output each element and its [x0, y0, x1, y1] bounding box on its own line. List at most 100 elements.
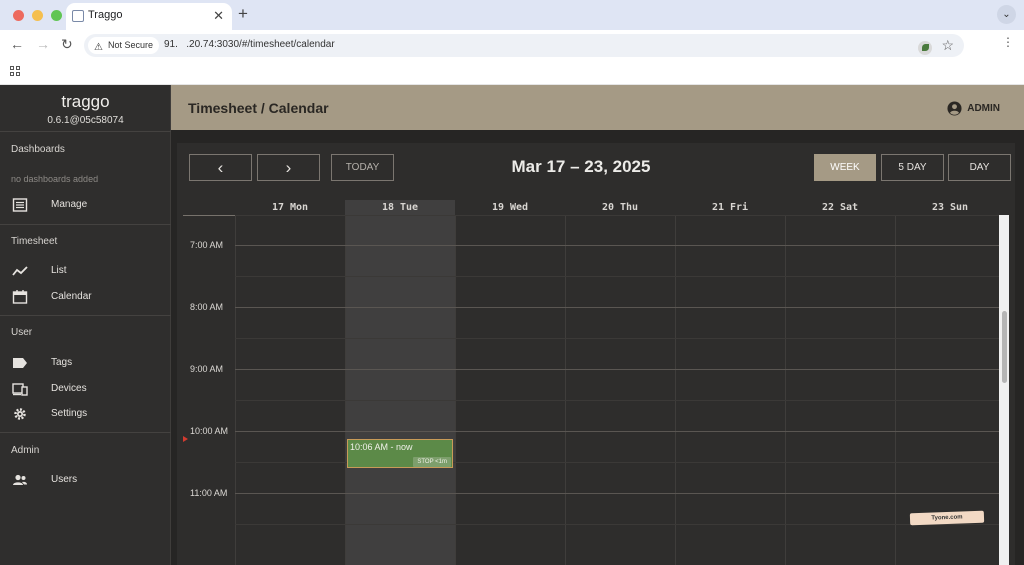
sidebar-item-label: Settings: [51, 408, 88, 419]
browser-toolbar: ← → ↻ ⚠ Not Secure 91. .20.74:3030/#/tim…: [0, 30, 1024, 60]
tab-search-icon[interactable]: ⌄: [997, 5, 1016, 24]
day-header: 20 Thu: [601, 202, 639, 213]
view-week-button[interactable]: WEEK: [814, 154, 876, 181]
time-label: 8:00 AM: [190, 302, 224, 312]
reload-icon[interactable]: ↻: [61, 36, 73, 53]
warning-icon: ⚠: [94, 42, 103, 53]
security-label: Not Secure: [108, 40, 154, 50]
extension-icon[interactable]: [918, 41, 932, 55]
scroll-thumb[interactable]: [1002, 311, 1007, 383]
section-title-timesheet: Timesheet: [11, 236, 58, 247]
divider: [0, 224, 171, 225]
content-area: ‹ › TODAY Mar 17 – 23, 2025 WEEK 5 DAY D…: [171, 130, 1024, 565]
address-bar[interactable]: ⚠ Not Secure 91. .20.74:3030/#/timesheet…: [84, 34, 964, 57]
bookmark-star-icon[interactable]: ☆: [941, 37, 954, 54]
app-version: 0.6.1@05c58074: [47, 115, 124, 126]
minimize-window-button[interactable]: [32, 10, 43, 21]
tag-icon: [13, 358, 27, 368]
half-hour-line: [235, 524, 1007, 525]
calendar-scrollbar[interactable]: [999, 215, 1009, 565]
event-time: 10:06 AM - now: [350, 442, 413, 452]
view-day-button[interactable]: DAY: [948, 154, 1011, 181]
view-5day-button[interactable]: 5 DAY: [881, 154, 944, 181]
sidebar-item-manage[interactable]: Manage: [0, 193, 171, 217]
hour-line: [235, 307, 1007, 308]
browser-menu-icon[interactable]: ⋮: [1002, 35, 1014, 49]
today-column: [345, 200, 455, 565]
sidebar-item-tags[interactable]: Tags: [0, 351, 171, 375]
page-title: Timesheet / Calendar: [188, 100, 329, 116]
day-header: 18 Tue: [381, 202, 419, 213]
no-dashboards-note: no dashboards added: [11, 174, 99, 184]
hour-line: [235, 369, 1007, 370]
current-time-marker: [183, 436, 188, 442]
user-menu-button[interactable]: ADMIN: [947, 101, 1000, 116]
day-header: 17 Mon: [271, 202, 309, 213]
day-header: 22 Sat: [821, 202, 859, 213]
hour-line: [235, 493, 1007, 494]
trend-icon: [12, 266, 28, 276]
half-hour-line: [235, 400, 1007, 401]
sidebar-item-users[interactable]: Users: [0, 468, 171, 492]
column-divider: [785, 215, 786, 565]
app-brand: traggo: [61, 92, 110, 111]
browser-tab-bar: Traggo ✕ + ⌄: [0, 0, 1024, 30]
sidebar-item-devices[interactable]: Devices: [0, 377, 171, 401]
section-title-user: User: [11, 327, 33, 338]
time-label: 10:00 AM: [190, 426, 229, 436]
column-divider: [895, 215, 896, 565]
column-divider: [345, 215, 346, 565]
close-tab-icon[interactable]: ✕: [213, 8, 224, 24]
close-window-button[interactable]: [13, 10, 24, 21]
hour-line: [235, 245, 1007, 246]
day-header: 19 Wed: [491, 202, 529, 213]
zoom-window-button[interactable]: [51, 10, 62, 21]
sidebar-item-label: Tags: [51, 357, 73, 368]
security-chip[interactable]: ⚠ Not Secure: [88, 37, 160, 54]
day-header: 21 Fri: [711, 202, 749, 213]
section-title-admin: Admin: [11, 445, 40, 456]
devices-icon: [12, 383, 28, 396]
time-entry-event[interactable]: 10:06 AM - now STOP <1m: [347, 439, 453, 468]
sidebar-item-label: List: [51, 265, 67, 276]
bookmarks-bar: [0, 60, 1024, 85]
sidebar-item-label: Users: [51, 474, 78, 485]
sidebar-item-label: Calendar: [51, 291, 92, 302]
users-icon: [13, 474, 27, 485]
hour-line: [235, 431, 1007, 432]
sidebar-item-label: Devices: [51, 383, 87, 394]
day-header: 23 Sun: [931, 202, 969, 213]
sidebar-item-label: Manage: [51, 199, 88, 210]
sidebar-item-calendar[interactable]: Calendar: [0, 285, 171, 309]
sidebar-item-list[interactable]: List: [0, 259, 171, 283]
divider: [0, 432, 171, 433]
browser-tab[interactable]: Traggo ✕: [66, 3, 232, 30]
column-divider: [675, 215, 676, 565]
url-text[interactable]: 91. .20.74:3030/#/timesheet/calendar: [164, 39, 335, 50]
stop-timer-button[interactable]: STOP <1m: [413, 457, 451, 467]
sidebar: traggo 0.6.1@05c58074 Dashboards no dash…: [0, 85, 171, 565]
watermark: Tyone.com: [909, 510, 985, 526]
section-title-dashboards: Dashboards: [11, 144, 65, 155]
gear-icon: [14, 408, 26, 420]
column-divider: [455, 215, 456, 565]
window-controls: [13, 10, 62, 21]
calendar-icon: [12, 290, 28, 304]
half-hour-line: [235, 215, 1007, 216]
account-icon: [947, 101, 962, 116]
forward-icon[interactable]: →: [36, 36, 50, 52]
new-tab-icon[interactable]: +: [238, 4, 248, 24]
divider: [0, 315, 171, 316]
column-divider: [565, 215, 566, 565]
apps-icon[interactable]: [10, 66, 20, 76]
sidebar-item-settings[interactable]: Settings: [0, 402, 171, 426]
half-hour-line: [235, 276, 1007, 277]
back-icon[interactable]: ←: [10, 36, 24, 52]
list-icon: [12, 198, 28, 212]
week-grid[interactable]: 17 Mon 18 Tue 19 Wed 20 Thu 21 Fri 22 Sa…: [183, 200, 1015, 565]
time-label: 7:00 AM: [190, 240, 224, 250]
time-label: 9:00 AM: [190, 364, 224, 374]
divider: [0, 131, 171, 132]
favicon-icon: [72, 10, 84, 22]
user-name: ADMIN: [967, 103, 1000, 114]
